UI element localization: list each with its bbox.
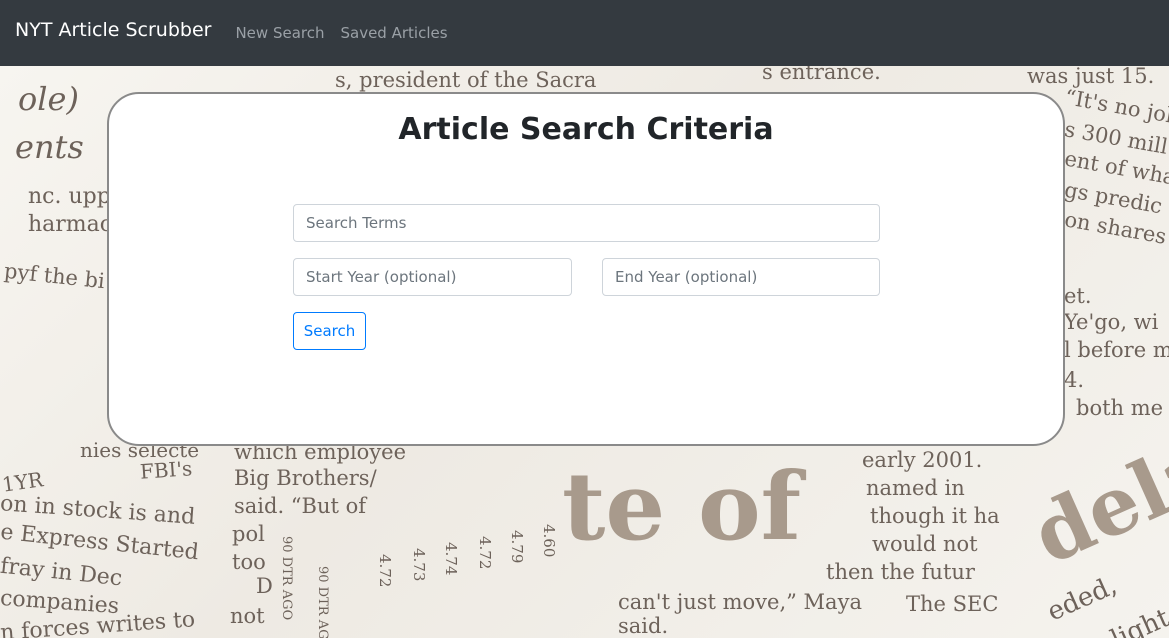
background-text: l before m (1064, 338, 1169, 362)
page-title: Article Search Criteria (398, 112, 774, 147)
background-text: 1YR (0, 467, 45, 497)
background-text: ents (15, 128, 84, 166)
background-text: Big Brothers/ (234, 466, 377, 490)
background-text: nc. upp (28, 184, 111, 209)
background-text: pyf the bi (3, 258, 106, 294)
search-button[interactable]: Search (293, 312, 366, 350)
background-text: D (256, 574, 273, 598)
background-text: not (230, 604, 265, 628)
background-text: harmac (28, 212, 113, 237)
background-text: though it ha (870, 504, 1000, 528)
nav-link-new-search[interactable]: New Search (235, 24, 324, 42)
background-text: s entrance. (762, 66, 881, 84)
background-text: too (232, 550, 266, 574)
background-text: 4.72 (476, 536, 494, 570)
search-card: Article Search Criteria Search (107, 92, 1065, 446)
background-text: ole) (18, 80, 79, 118)
background-text: said. “But of (234, 494, 367, 518)
background-text: pol (232, 522, 265, 546)
background-text: said. (618, 614, 669, 638)
search-terms-input[interactable] (293, 204, 880, 242)
background-text: s, president of the Sacra (335, 68, 597, 92)
background-text: 90 DTR AGO (279, 536, 294, 621)
background-text: 4.79 (508, 530, 526, 564)
background-text: can't just move,” Maya (618, 590, 862, 614)
background-text: light (1106, 602, 1169, 638)
background-text: Ye'go, wi (1064, 310, 1159, 334)
background-text: 4.72 (376, 554, 394, 588)
background-text: The SEC (906, 592, 999, 616)
background-text: 4.60 (540, 524, 558, 558)
background-text: te of (562, 452, 802, 562)
background-text: eded, (1043, 570, 1122, 628)
background-text: both me (1076, 396, 1164, 420)
background-text: was just 15. (1027, 66, 1155, 88)
background-text: FBI's (139, 456, 194, 484)
background-text: 4. (1064, 368, 1085, 392)
navbar-brand[interactable]: NYT Article Scrubber (15, 19, 211, 41)
navbar: NYT Article Scrubber New Search Saved Ar… (0, 0, 1169, 66)
end-year-input[interactable] (602, 258, 880, 296)
background-text: then the futur (826, 560, 975, 584)
background-text: 4.73 (410, 548, 428, 582)
nav-link-saved-articles[interactable]: Saved Articles (340, 24, 447, 42)
background-text: named in (866, 476, 965, 500)
background-text: early 2001. (862, 448, 983, 472)
background-text: 90 DTR AGO (315, 566, 330, 638)
background-text: would not (872, 532, 978, 556)
background-text: fray in Dec (0, 553, 124, 592)
background-text: et. (1064, 284, 1092, 308)
start-year-input[interactable] (293, 258, 572, 296)
background-text: 4.74 (442, 542, 460, 576)
